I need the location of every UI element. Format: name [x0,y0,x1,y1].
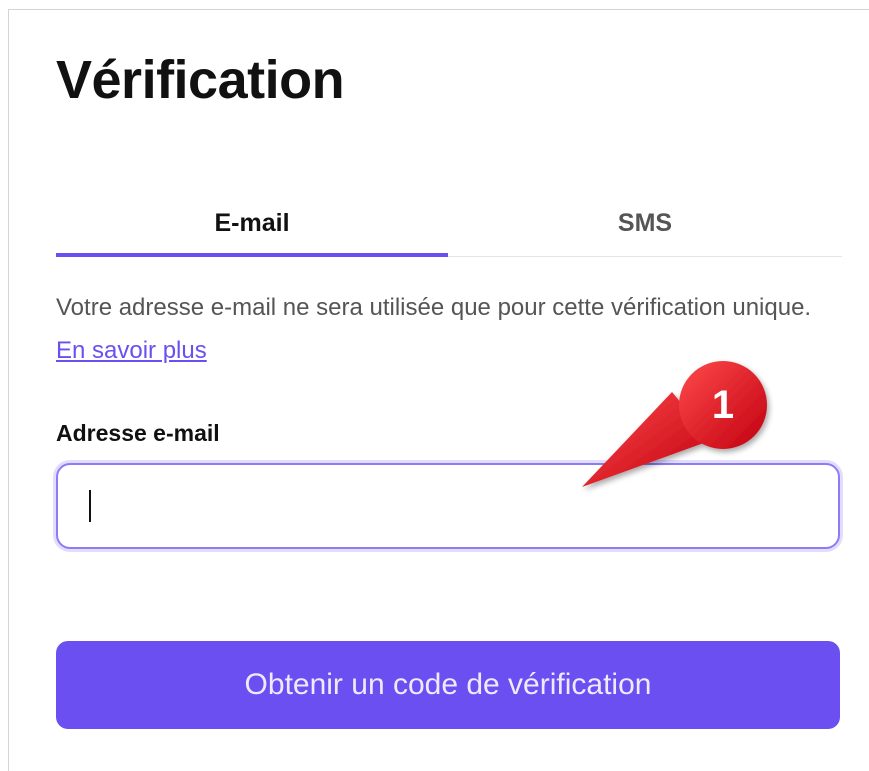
description: Votre adresse e-mail ne sera utilisée qu… [56,286,836,372]
email-field[interactable] [56,463,840,549]
description-text: Votre adresse e-mail ne sera utilisée qu… [56,294,812,321]
text-caret [89,490,91,522]
learn-more-link[interactable]: En savoir plus [56,337,207,364]
tab-sms[interactable]: SMS [448,190,842,256]
panel-top-border [8,9,869,10]
tab-email[interactable]: E-mail [56,190,448,256]
page-title: Vérification [56,50,345,110]
get-code-button[interactable]: Obtenir un code de vérification [56,641,840,729]
active-tab-indicator [56,253,448,257]
method-tabs: E-mail SMS [56,190,842,258]
email-field-label: Adresse e-mail [56,420,220,446]
panel-left-border [8,9,9,771]
verification-panel: Vérification E-mail SMS Votre adresse e-… [0,0,869,771]
